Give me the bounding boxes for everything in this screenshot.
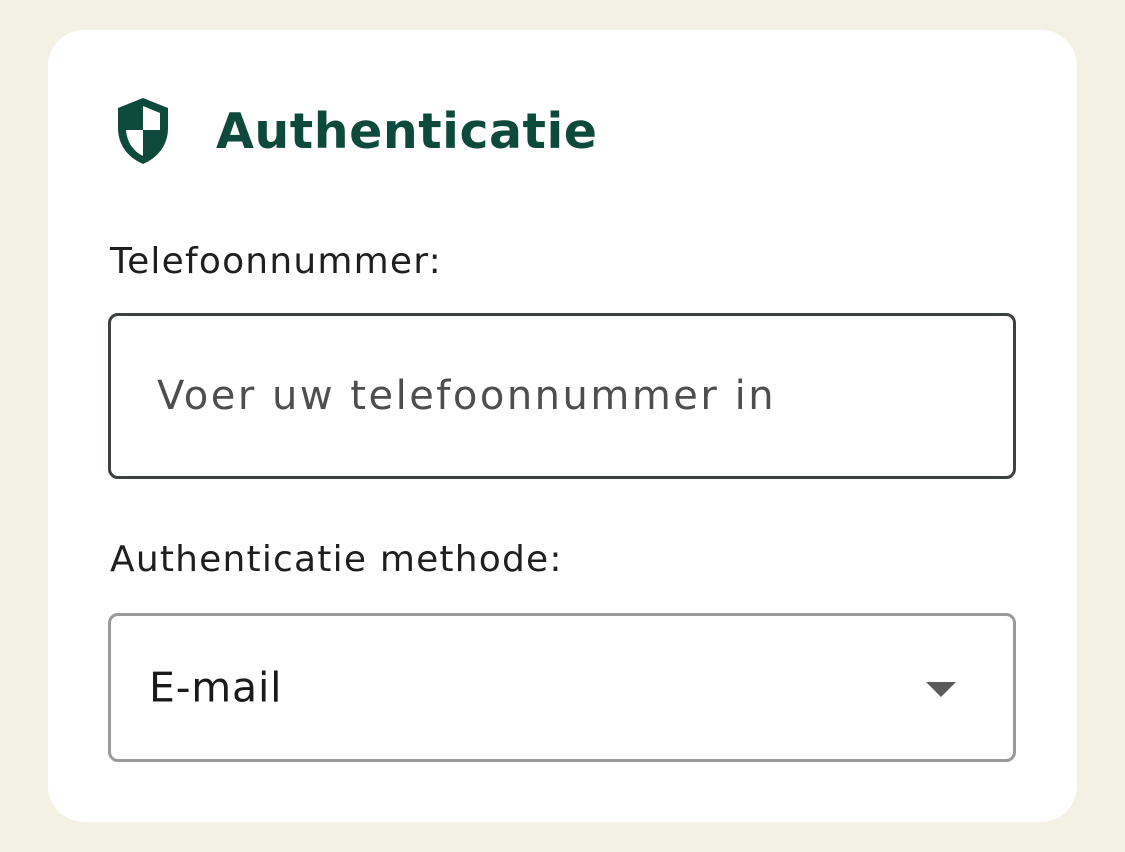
phone-label: Telefoonnummer: bbox=[110, 241, 442, 282]
chevron-down-icon bbox=[926, 681, 956, 697]
shield-icon bbox=[114, 96, 172, 166]
authentication-card: Authenticatie Telefoonnummer: Authentica… bbox=[48, 30, 1077, 822]
auth-method-select[interactable]: E-mail bbox=[108, 613, 1016, 762]
phone-number-input[interactable] bbox=[108, 313, 1016, 479]
method-label: Authenticatie methode: bbox=[110, 539, 563, 580]
auth-method-selected-value: E-mail bbox=[149, 663, 283, 711]
card-header: Authenticatie bbox=[114, 96, 598, 166]
card-title: Authenticatie bbox=[216, 102, 598, 160]
